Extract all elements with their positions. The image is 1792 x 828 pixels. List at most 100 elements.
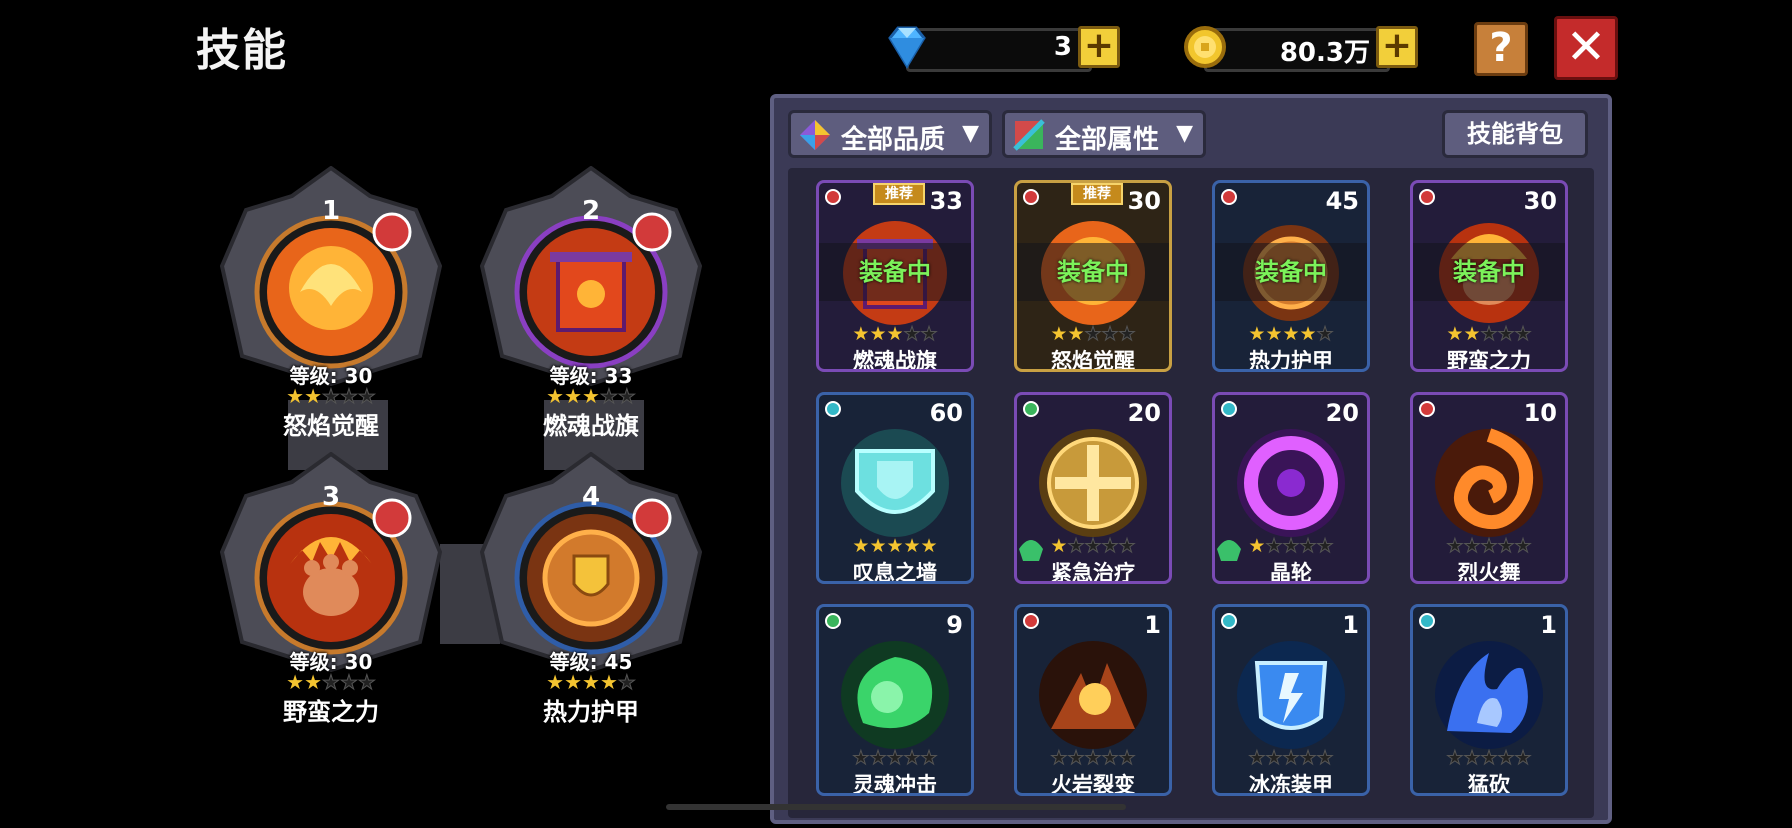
gem-counter: 3 +	[884, 26, 1120, 72]
card-count: 9	[946, 611, 963, 639]
skill-card[interactable]: 1 ★★★★★ 火岩裂变	[1014, 604, 1172, 796]
slot-number: 2	[581, 196, 601, 226]
coin-value: 80.3万	[1279, 38, 1370, 68]
skill-card[interactable]: 推荐 33 装备中 ★★★★★ 燃魂战旗	[816, 180, 974, 372]
ice-wall-icon	[841, 429, 949, 537]
card-stars: ★★★★★	[1248, 323, 1334, 346]
slot-stars: ★★★★★	[286, 670, 376, 695]
add-coins-button[interactable]: +	[1376, 26, 1418, 68]
card-name: 野蛮之力	[1447, 349, 1531, 372]
card-name: 燃魂战旗	[853, 349, 937, 372]
card-stars: ★★★★★	[1446, 747, 1532, 770]
soul-strike-icon	[841, 641, 949, 749]
card-count: 45	[1325, 187, 1359, 215]
equipped-slot-1[interactable]: 1 等级: 30 ★★★★★ 怒焰觉醒	[220, 166, 442, 440]
equipped-label: 装备中	[819, 243, 971, 301]
skill-card[interactable]: 推荐 30 装备中 ★★★★★ 怒焰觉醒	[1014, 180, 1172, 372]
card-stars: ★★★★★	[1446, 535, 1532, 558]
card-name: 怒焰觉醒	[1051, 349, 1135, 372]
equipped-slot-2[interactable]: 2 等级: 33 ★★★★★ 燃魂战旗	[480, 166, 702, 440]
fire-element-icon	[1221, 189, 1237, 205]
diamond-icon	[888, 26, 926, 69]
card-stars: ★★★★★	[1248, 747, 1334, 770]
skill-card[interactable]: 45 装备中 ★★★★★ 热力护甲	[1212, 180, 1370, 372]
slot-stars: ★★★★★	[286, 384, 376, 409]
skill-card[interactable]: 10 ★★★★★ 烈火舞	[1410, 392, 1568, 584]
equipped-slot-4[interactable]: 4 等级: 45 ★★★★★ 热力护甲	[480, 452, 702, 726]
slot-skill-name: 燃魂战旗	[543, 412, 639, 440]
card-name: 烈火舞	[1457, 561, 1521, 584]
skill-card[interactable]: 1 ★★★★★ 冰冻装甲	[1212, 604, 1370, 796]
attribute-filter-label: 全部属性	[1055, 125, 1160, 155]
nature-element-icon	[1023, 401, 1039, 417]
goblin-icon	[1019, 540, 1043, 561]
chevron-down-icon: ▼	[962, 121, 979, 146]
recommend-badge: 推荐	[873, 183, 925, 205]
quality-filter-label: 全部品质	[841, 125, 946, 155]
coin-counter: 80.3万 +	[1182, 26, 1418, 72]
card-stars: ★★★★★	[1050, 323, 1136, 346]
fire-element-icon	[1419, 401, 1435, 417]
equipped-label: 装备中	[1017, 243, 1169, 301]
blue-slash-icon	[1435, 641, 1543, 749]
slot-number: 1	[321, 196, 341, 226]
card-name: 火岩裂变	[1051, 773, 1135, 796]
skill-card[interactable]: 1 ★★★★★ 猛砍	[1410, 604, 1568, 796]
slot-stars: ★★★★★	[546, 384, 636, 409]
slot-skill-name: 热力护甲	[543, 698, 639, 726]
card-name: 猛砍	[1468, 773, 1510, 796]
ice-element-icon	[825, 401, 841, 417]
card-stars: ★★★★★	[1446, 323, 1532, 346]
equipped-slot-3[interactable]: 3 等级: 30 ★★★★★ 野蛮之力	[220, 452, 442, 726]
quality-filter-dropdown[interactable]: 全部品质 ▼	[788, 110, 992, 158]
slot-number: 3	[321, 482, 341, 512]
slot-stars: ★★★★★	[546, 670, 636, 695]
skill-card[interactable]: 30 装备中 ★★★★★ 野蛮之力	[1410, 180, 1568, 372]
quality-diamond-icon	[800, 120, 830, 150]
slot-number: 4	[581, 482, 601, 512]
card-count: 30	[1127, 187, 1161, 215]
attribute-square-icon	[1013, 119, 1045, 151]
gem-value: 3	[1053, 32, 1072, 62]
card-name: 冰冻装甲	[1249, 773, 1333, 796]
slot-skill-name: 野蛮之力	[283, 698, 379, 726]
skill-bag-button[interactable]: 技能背包	[1442, 110, 1588, 158]
card-name: 热力护甲	[1249, 349, 1333, 372]
card-count: 10	[1523, 399, 1557, 427]
fire-element-icon	[1023, 613, 1039, 629]
fire-element-icon	[825, 189, 841, 205]
lava-rift-icon	[1039, 641, 1147, 749]
skill-card[interactable]: 20 ★★★★★ 晶轮	[1212, 392, 1370, 584]
help-button[interactable]: ?	[1474, 22, 1528, 76]
crystal-wheel-icon	[1237, 429, 1345, 537]
card-stars: ★★★★★	[852, 323, 938, 346]
attribute-filter-dropdown[interactable]: 全部属性 ▼	[1002, 110, 1206, 158]
card-count: 30	[1523, 187, 1557, 215]
close-button[interactable]: ✕	[1554, 16, 1618, 80]
card-stars: ★★★★★	[852, 535, 938, 557]
equipped-label: 装备中	[1215, 243, 1367, 301]
card-name: 叹息之墙	[853, 561, 937, 584]
fire-swirl-icon	[1435, 428, 1543, 537]
card-count: 20	[1325, 399, 1359, 427]
healing-sigil-icon	[1039, 429, 1147, 537]
ice-element-icon	[1221, 613, 1237, 629]
coin-icon	[1184, 26, 1226, 68]
scroll-indicator	[666, 804, 1126, 810]
skill-card[interactable]: 9 ★★★★★ 灵魂冲击	[816, 604, 974, 796]
ice-element-icon	[1221, 401, 1237, 417]
skill-card[interactable]: 20 ★★★★★ 紧急治疗	[1014, 392, 1172, 584]
frost-armor-icon	[1237, 641, 1345, 749]
fire-element-icon	[1419, 189, 1435, 205]
card-count: 1	[1342, 611, 1359, 639]
ice-element-icon	[1419, 613, 1435, 629]
add-gems-button[interactable]: +	[1078, 26, 1120, 68]
card-stars: ★★★★★	[852, 747, 938, 770]
goblin-icon	[1217, 540, 1241, 561]
skill-card[interactable]: 60 ★★★★★ 叹息之墙	[816, 392, 974, 584]
nature-element-icon	[825, 613, 841, 629]
page-title: 技能	[196, 25, 288, 76]
chevron-down-icon: ▼	[1176, 121, 1193, 146]
card-stars: ★★★★★	[1050, 747, 1136, 770]
equipped-label: 装备中	[1413, 243, 1565, 301]
